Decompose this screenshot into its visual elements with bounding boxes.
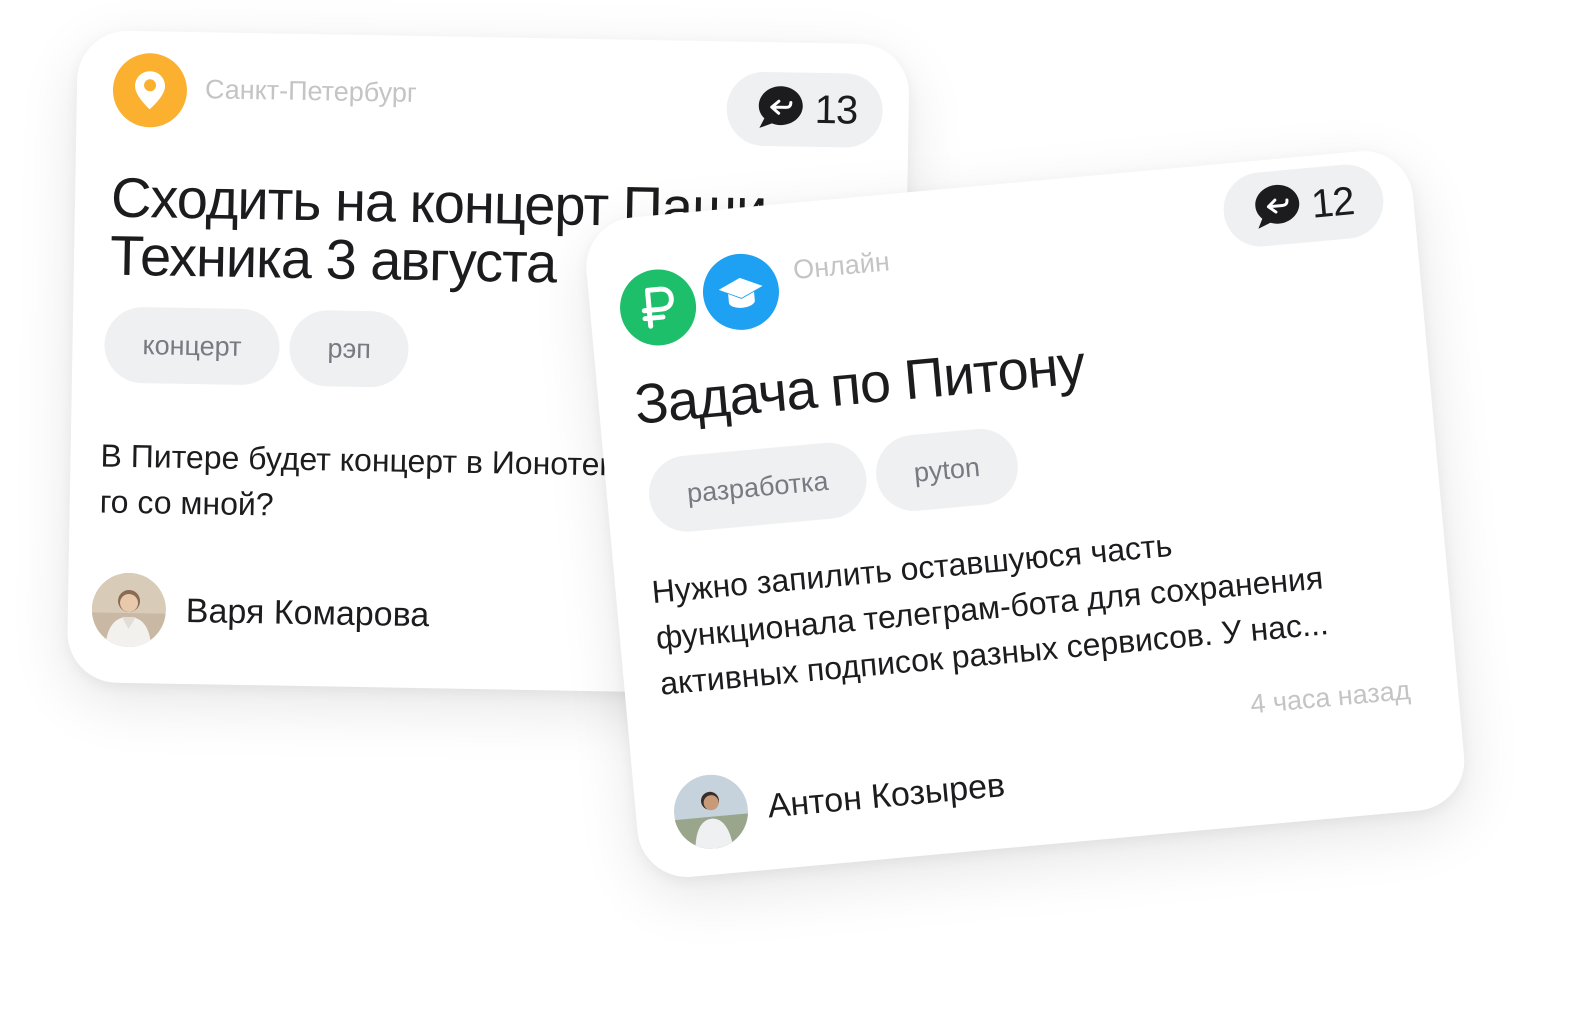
author-block[interactable]: Варя Комарова: [91, 572, 430, 652]
tag-chip[interactable]: разработка: [645, 439, 870, 535]
avatar: [91, 572, 167, 648]
card-description: Нужно запилить оставшуюся часть функцион…: [650, 499, 1439, 707]
tag-chip[interactable]: pyton: [872, 425, 1022, 515]
reply-count: 12: [1309, 178, 1356, 227]
reply-bubble-icon: [1251, 180, 1303, 235]
post-time: 4 часа назад: [1249, 674, 1412, 720]
location-label: Санкт-Петербург: [204, 74, 417, 108]
ruble-icon: [616, 266, 700, 349]
location-pin-icon: [112, 52, 188, 128]
tag-chip[interactable]: рэп: [288, 309, 410, 388]
graduation-cap-icon: [699, 250, 783, 334]
tag-list: разработка pyton: [645, 425, 1022, 535]
tag-chip[interactable]: концерт: [103, 306, 281, 386]
avatar: [670, 771, 752, 852]
reply-bubble-icon: [756, 83, 805, 135]
author-name: Антон Козырев: [765, 765, 1007, 825]
tag-list: концерт рэп: [103, 306, 410, 388]
reply-count: 13: [814, 87, 858, 133]
reply-count-badge[interactable]: 13: [726, 71, 884, 149]
card-title: Задача по Питону: [631, 332, 1087, 436]
author-name: Варя Комарова: [185, 591, 430, 634]
reply-count-badge[interactable]: 12: [1220, 161, 1387, 250]
task-card[interactable]: Онлайн 12 Задача по Питону разработка py…: [582, 146, 1469, 882]
canvas: Санкт-Петербург 13 Сходить на концерт Па…: [0, 0, 1595, 1017]
author-block[interactable]: Антон Козырев: [670, 748, 1008, 852]
location-label: Онлайн: [791, 246, 891, 285]
